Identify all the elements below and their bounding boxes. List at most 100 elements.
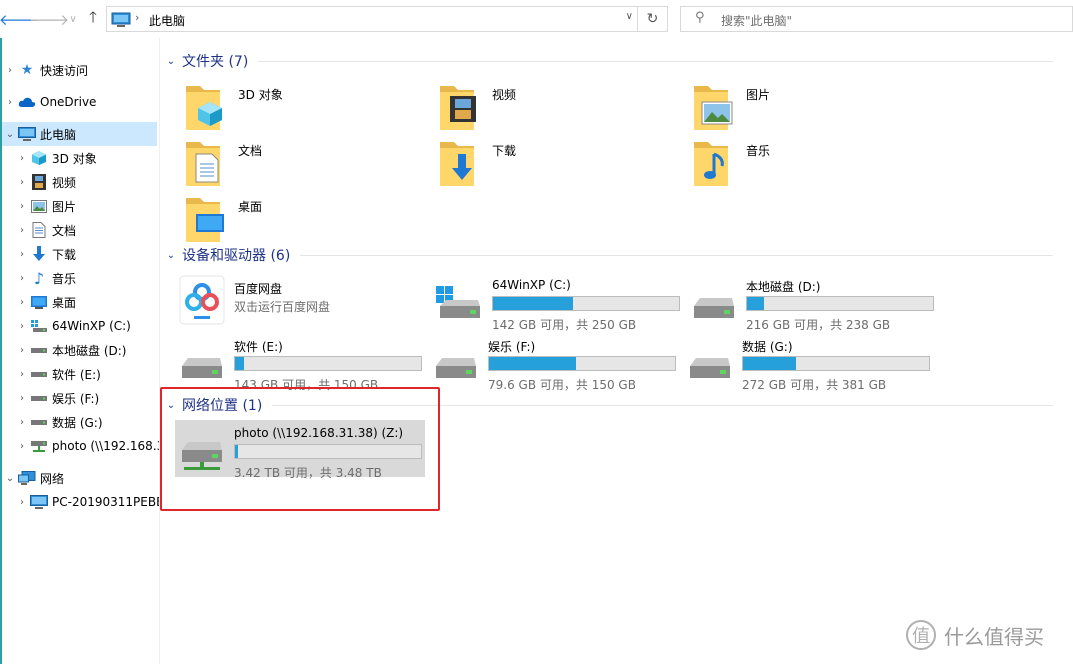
sidebar-item-drive-d[interactable]: › 本地磁盘 (D:) [14, 338, 159, 362]
star-icon: ★ [20, 62, 34, 78]
drive-e[interactable]: 软件 (E:) 143 GB 可用，共 150 GB [178, 334, 424, 392]
file-explorer-window: 🡐 🡒 ∨ 🡑 › 此电脑 ∨ ↻ ⚲ 搜索"此电脑" › ★ 快速访问 › O… [0, 0, 1073, 664]
chevron-right-icon[interactable]: › [14, 369, 30, 380]
sidebar-item-quick-access[interactable]: › ★ 快速访问 [2, 58, 157, 82]
back-button[interactable]: 🡐 [0, 8, 39, 30]
sidebar-item-drive-g[interactable]: › 数据 (G:) [14, 410, 159, 434]
recent-locations-button[interactable]: ∨ [64, 8, 82, 30]
sidebar-item-pictures[interactable]: › 图片 [14, 194, 159, 218]
watermark-text: 什么值得买 [944, 624, 1044, 649]
divider [300, 254, 1053, 256]
forward-button[interactable]: 🡒 [29, 8, 69, 30]
sidebar-item-pc[interactable]: › PC-20190311PEBE [14, 490, 159, 514]
chevron-right-icon[interactable]: › [14, 393, 30, 404]
computer-icon [18, 126, 36, 142]
sidebar-item-drive-c[interactable]: › 64WinXP (C:) [14, 314, 159, 338]
usage-bar-fill [493, 297, 574, 310]
music-icon: ♪ [33, 268, 45, 288]
up-button[interactable]: 🡑 [84, 8, 102, 30]
chevron-down-icon[interactable]: ⌄ [2, 129, 18, 140]
navigation-bar: 🡐 🡒 ∨ 🡑 › 此电脑 ∨ ↻ ⚲ 搜索"此电脑" [0, 0, 1073, 38]
sidebar-item-3d-objects[interactable]: › 3D 对象 [14, 146, 159, 170]
chevron-right-icon[interactable]: › [14, 497, 30, 508]
app-baidu-netdisk[interactable]: 百度网盘 双击运行百度网盘 [178, 274, 424, 328]
windows-drive-icon [30, 318, 48, 334]
folder-downloads[interactable]: 下载 [436, 136, 682, 190]
film-icon [30, 174, 48, 190]
sidebar-item-network[interactable]: ⌄ 网络 [2, 466, 157, 490]
chevron-down-icon[interactable]: ⌄ [160, 56, 182, 67]
usage-bar-fill [747, 297, 765, 310]
sidebar-item-downloads[interactable]: › 下载 [14, 242, 159, 266]
windows-drive-icon [436, 286, 480, 318]
chevron-right-icon[interactable]: › [14, 297, 30, 308]
chevron-right-icon[interactable]: › [2, 97, 18, 108]
chevron-right-icon[interactable]: › [14, 177, 30, 188]
drive-d[interactable]: 本地磁盘 (D:) 216 GB 可用，共 238 GB [690, 274, 936, 332]
breadcrumb[interactable]: 此电脑 [149, 12, 185, 29]
usage-bar [492, 296, 680, 311]
chevron-right-icon[interactable]: › [2, 65, 18, 76]
group-title: 设备和驱动器 (6) [182, 248, 291, 264]
chevron-right-icon[interactable]: › [14, 225, 30, 236]
folder-pictures[interactable]: 图片 [690, 80, 936, 134]
chevron-right-icon[interactable]: › [14, 345, 30, 356]
desktop-icon [30, 294, 48, 310]
drive-g[interactable]: 数据 (G:) 272 GB 可用，共 381 GB [686, 334, 932, 392]
refresh-button[interactable]: ↻ [638, 6, 668, 32]
window-border [0, 38, 2, 664]
address-dropdown-icon[interactable]: ∨ [626, 11, 633, 22]
sidebar-item-drive-z[interactable]: › photo (\\192.168.3 [14, 434, 159, 458]
search-box[interactable]: ⚲ 搜索"此电脑" [680, 6, 1073, 32]
chevron-right-icon[interactable]: › [14, 441, 30, 452]
chevron-right-icon[interactable]: › [14, 273, 30, 284]
chevron-right-icon[interactable]: › [14, 321, 30, 332]
drive-icon [694, 298, 734, 318]
sidebar-item-this-pc[interactable]: ⌄ 此电脑 [2, 122, 157, 146]
sidebar-item-videos[interactable]: › 视频 [14, 170, 159, 194]
downloads-folder-icon [440, 142, 474, 186]
sidebar-item-onedrive[interactable]: › OneDrive [2, 90, 157, 114]
drive-icon [30, 366, 48, 382]
music-folder-icon [694, 142, 728, 186]
drive-c[interactable]: 64WinXP (C:) 142 GB 可用，共 250 GB [436, 274, 682, 332]
folder-documents[interactable]: 文档 [182, 136, 428, 190]
group-header-devices[interactable]: ⌄ 设备和驱动器 (6) [160, 244, 1073, 266]
computer-icon [30, 494, 48, 510]
usage-bar-fill [743, 357, 797, 370]
folder-music[interactable]: 音乐 [690, 136, 936, 190]
folder-desktop[interactable]: 桌面 [182, 192, 428, 246]
drive-icon [182, 358, 222, 378]
address-bar[interactable]: › 此电脑 ∨ [106, 6, 638, 32]
group-header-folders[interactable]: ⌄ 文件夹 (7) [160, 50, 1073, 72]
usage-bar-fill [235, 357, 244, 370]
sidebar-item-drive-e[interactable]: › 软件 (E:) [14, 362, 159, 386]
chevron-right-icon[interactable]: › [14, 153, 30, 164]
sidebar-item-drive-f[interactable]: › 娱乐 (F:) [14, 386, 159, 410]
document-icon [30, 222, 48, 238]
folder-3d-objects[interactable]: 3D 对象 [182, 80, 428, 134]
folder-videos[interactable]: 视频 [436, 80, 682, 134]
sidebar-item-documents[interactable]: › 文档 [14, 218, 159, 242]
chevron-right-icon[interactable]: › [14, 249, 30, 260]
breadcrumb-separator: › [135, 11, 140, 24]
drive-icon [30, 342, 48, 358]
file-view: ⌄ 文件夹 (7) 3D 对象 视频 图片 文档 下载 音乐 桌面 ⌄ 设备和驱… [160, 38, 1073, 664]
drive-icon [690, 358, 730, 378]
chevron-down-icon: ∨ [69, 13, 77, 25]
picture-icon [30, 198, 48, 214]
usage-bar [234, 356, 422, 371]
chevron-right-icon[interactable]: › [14, 417, 30, 428]
drive-icon [436, 358, 476, 378]
chevron-right-icon[interactable]: › [14, 201, 30, 212]
navigation-pane: › ★ 快速访问 › OneDrive ⌄ 此电脑 › 3D 对象 › 视频 ›… [0, 38, 160, 664]
chevron-down-icon[interactable]: ⌄ [160, 250, 182, 261]
usage-bar [746, 296, 934, 311]
usage-bar [742, 356, 930, 371]
sidebar-item-desktop[interactable]: › 桌面 [14, 290, 159, 314]
drive-f[interactable]: 娱乐 (F:) 79.6 GB 可用，共 150 GB [432, 334, 678, 392]
sidebar-item-music[interactable]: › ♪ 音乐 [14, 266, 159, 290]
pictures-folder-icon [694, 86, 733, 130]
chevron-down-icon[interactable]: ⌄ [2, 473, 18, 484]
videos-folder-icon [440, 86, 476, 130]
